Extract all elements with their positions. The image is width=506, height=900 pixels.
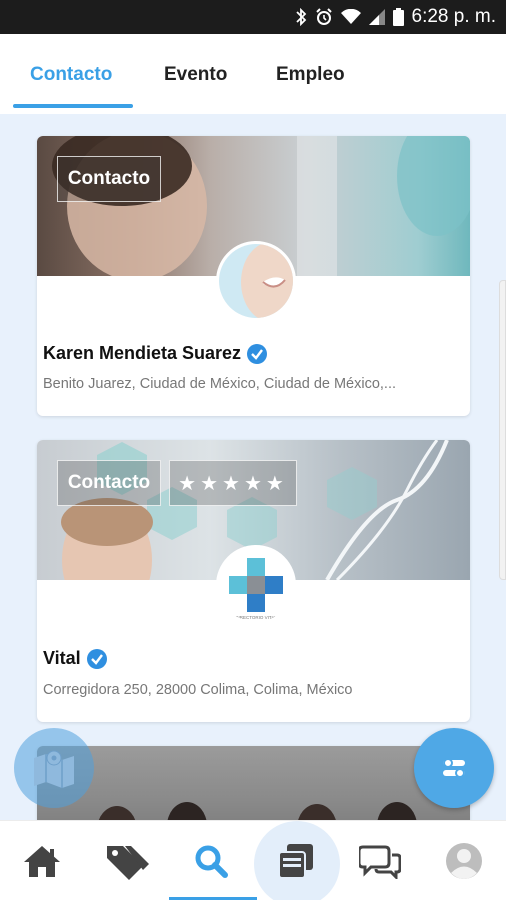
nav-profile[interactable] bbox=[422, 821, 506, 900]
profile-icon bbox=[446, 843, 482, 879]
result-card[interactable]: Contacto ★★★★★ DIRECTORIO VITAL Vital Co… bbox=[37, 440, 470, 722]
rating-stars: ★★★★★ bbox=[169, 460, 297, 506]
chat-icon bbox=[359, 845, 401, 879]
contact-avatar bbox=[216, 241, 296, 321]
nav-search[interactable] bbox=[169, 821, 253, 900]
category-chip: Contacto bbox=[57, 460, 161, 506]
nav-chat[interactable] bbox=[338, 821, 422, 900]
tags-icon bbox=[107, 846, 149, 880]
wifi-icon bbox=[340, 9, 361, 25]
bottom-navigation bbox=[0, 820, 506, 900]
card-cover-image bbox=[37, 746, 470, 820]
contact-address: Benito Juarez, Ciudad de México, Ciudad … bbox=[43, 376, 397, 392]
result-card[interactable] bbox=[37, 746, 470, 820]
signal-icon bbox=[368, 9, 385, 25]
home-icon bbox=[24, 846, 60, 877]
map-icon bbox=[34, 750, 74, 788]
tab-empleo[interactable]: Empleo bbox=[276, 64, 345, 86]
filter-icon bbox=[443, 758, 465, 778]
tab-contacto[interactable]: Contacto bbox=[30, 64, 112, 86]
cards-icon bbox=[278, 844, 313, 879]
business-logo: DIRECTORIO VITAL bbox=[216, 545, 296, 625]
map-view-button[interactable] bbox=[14, 728, 94, 808]
status-time: 6:28 p. m. bbox=[411, 6, 497, 27]
top-tab-bar: Contacto Evento Empleo bbox=[0, 34, 506, 114]
category-chip: Contacto bbox=[57, 156, 161, 202]
battery-icon bbox=[392, 8, 404, 26]
card-title-row: Vital bbox=[43, 648, 107, 669]
nav-home[interactable] bbox=[0, 821, 84, 900]
tab-active-indicator bbox=[13, 104, 133, 108]
contact-name[interactable]: Karen Mendieta Suarez bbox=[43, 343, 241, 364]
verified-icon bbox=[247, 343, 268, 364]
scroll-handle[interactable] bbox=[499, 280, 506, 580]
bluetooth-icon bbox=[295, 8, 307, 26]
nav-tags[interactable] bbox=[84, 821, 168, 900]
filter-button[interactable] bbox=[414, 728, 494, 808]
alarm-icon bbox=[315, 8, 333, 26]
result-card[interactable]: Contacto Karen Mendieta Suarez Benito Ju… bbox=[37, 136, 470, 416]
search-icon bbox=[195, 845, 228, 878]
nav-cards[interactable] bbox=[254, 821, 338, 900]
logo-text: DIRECTORIO VITAL bbox=[235, 615, 277, 620]
card-title-row: Karen Mendieta Suarez bbox=[43, 343, 268, 364]
tab-evento[interactable]: Evento bbox=[164, 64, 227, 86]
status-bar: 6:28 p. m. bbox=[0, 0, 506, 34]
business-address: Corregidora 250, 28000 Colima, Colima, M… bbox=[43, 682, 353, 698]
verified-icon bbox=[86, 648, 107, 669]
results-list[interactable]: Contacto Karen Mendieta Suarez Benito Ju… bbox=[0, 114, 506, 820]
business-name[interactable]: Vital bbox=[43, 648, 81, 669]
